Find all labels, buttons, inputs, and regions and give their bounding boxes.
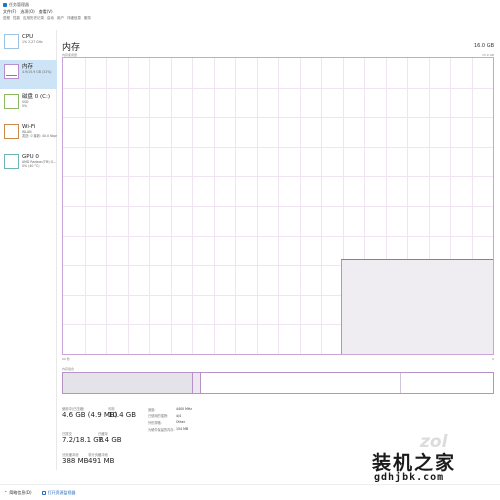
fewer-details-button[interactable]: ⌃ 简略信息(D) xyxy=(4,490,32,496)
sidebar-item-cpu[interactable]: CPU 1% 2.27 GHz xyxy=(0,30,57,59)
tab-users[interactable]: 用户 xyxy=(57,16,64,22)
graph-gridline xyxy=(192,58,193,354)
sidebar-item-sub2: 0% (40 °C) xyxy=(22,164,40,168)
composition-caption: 内存组合 xyxy=(62,367,75,371)
memory-thumbnail xyxy=(4,64,19,79)
graph-gridline xyxy=(170,58,172,354)
memory-properties: 速度: 4400 MHz 已使用的插槽: 4/4 外形规格: Other 为硬件… xyxy=(148,406,192,432)
sidebar-item-sub: 1% 2.27 GHz xyxy=(22,40,43,44)
status-bar: ⌃ 简略信息(D) 打开资源监视器 xyxy=(0,484,500,500)
cpu-thumbnail xyxy=(4,34,19,49)
memory-total: 16.0 GB xyxy=(473,43,494,49)
prop-reserved: 为硬件保留的内存: 154 MB xyxy=(148,427,189,432)
tab-startup[interactable]: 启动 xyxy=(47,16,54,22)
stat-nonpaged-pool: 非分页缓冲池 491 MB xyxy=(88,453,115,465)
task-manager-icon xyxy=(3,2,7,7)
chevron-up-icon: ⌃ xyxy=(4,490,8,495)
resource-monitor-icon xyxy=(41,490,46,495)
graph-gridline xyxy=(213,58,215,354)
resource-monitor-label: 打开资源监视器 xyxy=(47,489,76,495)
watermark-url: gdhjbk.com xyxy=(374,472,445,483)
memory-usage-graph xyxy=(62,57,494,355)
tab-performance[interactable]: 性能 xyxy=(13,16,20,22)
watermark-brand: 装机之家 xyxy=(372,452,457,474)
graph-gridline xyxy=(235,58,236,354)
menu-view[interactable]: 查看(V) xyxy=(39,9,53,15)
composition-modified[interactable] xyxy=(193,373,201,393)
graph-gridline xyxy=(299,58,301,354)
resource-monitor-link[interactable]: 打开资源监视器 xyxy=(41,489,76,496)
disk-thumbnail xyxy=(4,94,19,109)
stat-cached: 已缓存 7.4 GB xyxy=(98,432,122,444)
prop-slots: 已使用的插槽: 4/4 xyxy=(148,413,182,419)
graph-gridline xyxy=(256,58,258,354)
stat-paged-pool: 分页缓冲池 388 MB xyxy=(62,453,89,465)
axis-left-label: 60 秒 xyxy=(62,357,70,361)
sidebar-item-wifi[interactable]: Wi-Fi WLAN 发送: 0 接收: 40.0 Kbps xyxy=(0,120,57,149)
memory-composition-bar[interactable] xyxy=(62,372,494,394)
stat-available: 可用 10.4 GB xyxy=(108,407,137,419)
page-title: 内存 xyxy=(62,43,81,53)
prop-form-factor: 外形规格: Other xyxy=(148,420,186,425)
wifi-thumbnail xyxy=(4,124,19,139)
prop-speed: 速度: 4400 MHz xyxy=(148,407,192,412)
graph-gridline xyxy=(84,58,86,354)
tab-services[interactable]: 服务 xyxy=(84,16,91,22)
sidebar-item-disk[interactable]: 磁盘 0 (C:) SSD 0% xyxy=(0,90,57,119)
sidebar-item-gpu[interactable]: GPU 0 AMD Radeon(TM) G... 0% (40 °C) xyxy=(0,150,57,179)
menu-file[interactable]: 文件(F) xyxy=(3,9,16,15)
graph-gridline xyxy=(127,58,129,354)
tab-app-history[interactable]: 应用历史记录 xyxy=(23,16,44,22)
composition-standby[interactable] xyxy=(201,373,401,393)
sidebar-item-sub: 4.9/15.9 GB (32%) xyxy=(22,70,52,74)
tab-processes[interactable]: 进程 xyxy=(3,16,10,22)
fewer-details-label: 简略信息(D) xyxy=(9,489,32,495)
memory-usage-area xyxy=(341,259,493,354)
menu-bar: 文件(F) 选项(O) 查看(V) xyxy=(3,8,53,16)
window-title: 任务管理器 xyxy=(9,1,29,7)
graph-gridline xyxy=(321,58,322,354)
composition-in-use[interactable] xyxy=(63,373,193,393)
menu-options[interactable]: 选项(O) xyxy=(20,9,34,15)
composition-free[interactable] xyxy=(401,373,493,393)
tab-strip: 进程 性能 应用历史记录 启动 用户 详细信息 服务 xyxy=(3,16,91,22)
title-bar: 任务管理器 xyxy=(0,0,500,9)
sidebar-item-memory[interactable]: 内存 4.9/15.9 GB (32%) xyxy=(0,60,57,89)
graph-gridline xyxy=(278,58,279,354)
sidebar-item-sub2: 0% xyxy=(22,104,28,108)
axis-right-label: 0 xyxy=(492,357,494,361)
tab-details[interactable]: 详细信息 xyxy=(67,16,81,22)
performance-sidebar: CPU 1% 2.27 GHz 内存 4.9/15.9 GB (32%) 磁盘 … xyxy=(0,30,57,470)
gpu-thumbnail xyxy=(4,154,19,169)
graph-gridline xyxy=(149,58,150,354)
graph-gridline xyxy=(106,58,107,354)
sidebar-item-sub2: 发送: 0 接收: 40.0 Kbps xyxy=(22,134,57,138)
